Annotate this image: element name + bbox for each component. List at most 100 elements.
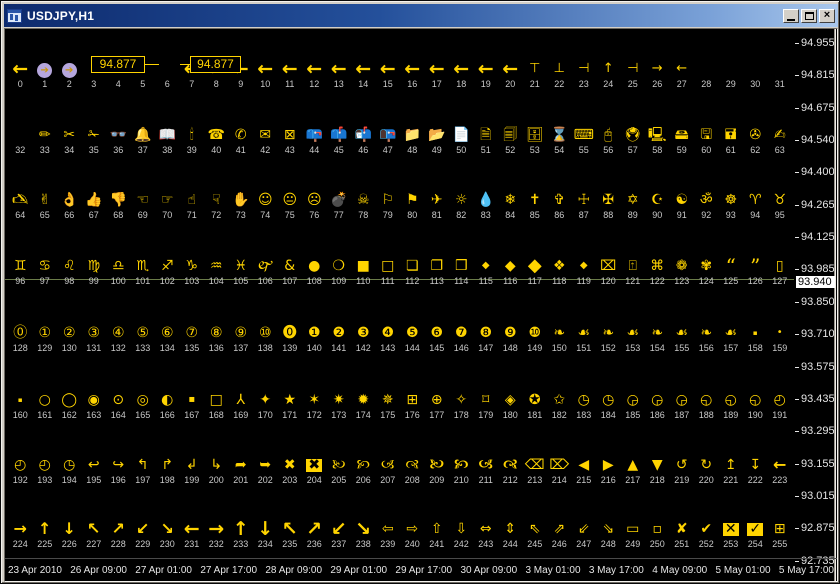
symbol-cell: ☞70 — [155, 190, 180, 220]
symbol-code-number: 83 — [474, 210, 499, 220]
symbol-cell: ☺74 — [253, 190, 278, 220]
wingdings-glyph-icon: ✖ — [278, 455, 303, 475]
symbol-code-number: 199 — [180, 475, 205, 485]
wingdings-glyph-icon: ❒ — [449, 256, 474, 276]
maximize-button[interactable] — [801, 9, 817, 23]
symbol-cell: ↻220 — [694, 455, 719, 485]
symbol-code-number: 78 — [351, 210, 376, 220]
wingdings-glyph-icon: ✍ — [768, 125, 793, 145]
wingdings-glyph-icon: ✘ — [670, 519, 695, 539]
symbol-cell: ④132 — [106, 323, 131, 353]
symbol-code-number: 24 — [596, 79, 621, 89]
wingdings-glyph-icon: ⅄ — [229, 390, 254, 410]
chart-plot-area[interactable]: 94.877 94.877 ←0➔1➔23456←7←8←9←10←11←12←… — [5, 29, 794, 556]
wingdings-glyph-icon: ↪ — [106, 455, 131, 475]
left-price-label-object[interactable]: 94.877 — [91, 56, 145, 73]
symbol-code-number: 157 — [719, 343, 744, 353]
wingdings-glyph-icon: ❷ — [327, 323, 352, 343]
symbol-cell: ⑨137 — [229, 323, 254, 353]
symbol-code-number: 252 — [694, 539, 719, 549]
close-button[interactable]: × — [819, 9, 835, 23]
symbol-cell: ❹143 — [376, 323, 401, 353]
wingdings-glyph-icon: ③ — [82, 323, 107, 343]
time-tick-label: 5 May 17:00 — [779, 564, 834, 576]
symbol-code-number: 253 — [719, 539, 744, 549]
wingdings-glyph-icon: ⌛ — [547, 125, 572, 145]
wingdings-glyph-icon: 💧 — [474, 190, 499, 210]
wingdings-glyph-icon: ☟ — [204, 190, 229, 210]
wingdings-glyph-icon: ☹ — [302, 190, 327, 210]
symbol-cell: ❷141 — [327, 323, 352, 353]
chart-icon[interactable] — [7, 9, 22, 23]
symbol-cell: ◷183 — [572, 390, 597, 420]
symbol-code-number: 41 — [229, 145, 254, 155]
symbol-code-number: 90 — [645, 210, 670, 220]
symbol-cell: ↙237 — [327, 519, 352, 549]
wingdings-glyph-icon: ❏ — [400, 256, 425, 276]
symbol-code-number: 86 — [547, 210, 572, 220]
right-price-label-object[interactable]: 94.877 — [190, 56, 241, 73]
wingdings-glyph-icon: 🙡 — [351, 455, 376, 475]
symbol-code-number: 27 — [670, 79, 695, 89]
wingdings-glyph-icon: ➔ — [33, 59, 58, 79]
wingdings-glyph-icon — [694, 59, 719, 79]
wingdings-glyph-icon: ☞ — [155, 190, 180, 210]
symbol-cell: ⇨240 — [400, 519, 425, 549]
wingdings-glyph-icon: ◵ — [694, 390, 719, 410]
wingdings-glyph-icon: ▪ — [180, 390, 205, 410]
symbol-cell: ◵188 — [694, 390, 719, 420]
symbol-code-number: 44 — [302, 145, 327, 155]
symbol-code-number: 21 — [523, 79, 548, 89]
symbol-code-number: 111 — [376, 276, 401, 286]
wingdings-glyph-icon: ← — [278, 59, 303, 79]
wingdings-glyph-icon — [768, 59, 793, 79]
symbol-code-number: 124 — [694, 276, 719, 286]
symbol-cell: ◶187 — [670, 390, 695, 420]
symbol-cell: ⌫213 — [523, 455, 548, 485]
price-tick-label: 93.435 — [801, 393, 835, 405]
symbol-cell: ♓105 — [229, 256, 254, 286]
wingdings-glyph-icon: ♐ — [155, 256, 180, 276]
wingdings-glyph-icon: ⊥ — [547, 59, 572, 79]
wingdings-glyph-icon: ■ — [351, 256, 376, 276]
price-tick-label: 94.540 — [801, 134, 835, 146]
symbol-code-number: 13 — [327, 79, 352, 89]
wingdings-glyph-icon: “ — [719, 256, 744, 276]
symbol-code-number: 237 — [327, 539, 352, 549]
symbol-cell: ⑥134 — [155, 323, 180, 353]
symbol-code-number: 57 — [621, 145, 646, 155]
symbol-cell: ❧150 — [547, 323, 572, 353]
symbol-code-number: 219 — [670, 475, 695, 485]
symbol-code-number: 156 — [694, 343, 719, 353]
minimize-button[interactable] — [783, 9, 799, 23]
symbol-code-number: 69 — [131, 210, 156, 220]
wingdings-glyph-icon: ◀ — [572, 455, 597, 475]
symbol-code-number: 139 — [278, 343, 303, 353]
symbol-cell: ✝85 — [523, 190, 548, 220]
wingdings-glyph-icon: 🙢 — [376, 455, 401, 475]
wingdings-glyph-icon: ⇨ — [400, 519, 425, 539]
wingdings-glyph-icon: ❧ — [694, 323, 719, 343]
symbol-cell: ⌛54 — [547, 125, 572, 155]
symbol-code-number: 105 — [229, 276, 254, 286]
symbol-code-number: 93 — [719, 210, 744, 220]
symbol-code-number: 243 — [474, 539, 499, 549]
symbol-cell: ⇔243 — [474, 519, 499, 549]
symbol-cell: ←17 — [425, 59, 450, 89]
wingdings-glyph-icon: ⊣ — [621, 59, 646, 79]
price-axis: 93.940 94.95594.81594.67594.54094.40094.… — [794, 29, 837, 556]
symbol-cell: ▲217 — [621, 455, 646, 485]
symbol-code-number: 170 — [253, 410, 278, 420]
symbol-cell: ✘251 — [670, 519, 695, 549]
symbol-cell: ◵189 — [719, 390, 744, 420]
wingdings-glyph-icon: ← — [400, 59, 425, 79]
symbol-cell: ✁35 — [82, 125, 107, 155]
symbol-row: 32✏33✂34✁35👓36🔔37📖38🕯39☎40✆41✉42⊠43📪44📫4… — [8, 125, 792, 155]
symbol-code-number: 70 — [155, 210, 180, 220]
symbol-code-number: 239 — [376, 539, 401, 549]
symbol-cell: ▪160 — [8, 390, 33, 420]
wingdings-glyph-icon: ← — [670, 59, 695, 79]
time-tick-label: 26 Apr 09:00 — [70, 564, 127, 576]
title-bar[interactable]: USDJPY,H1 × — [4, 4, 838, 27]
wingdings-glyph-icon: ◆ — [572, 256, 597, 276]
